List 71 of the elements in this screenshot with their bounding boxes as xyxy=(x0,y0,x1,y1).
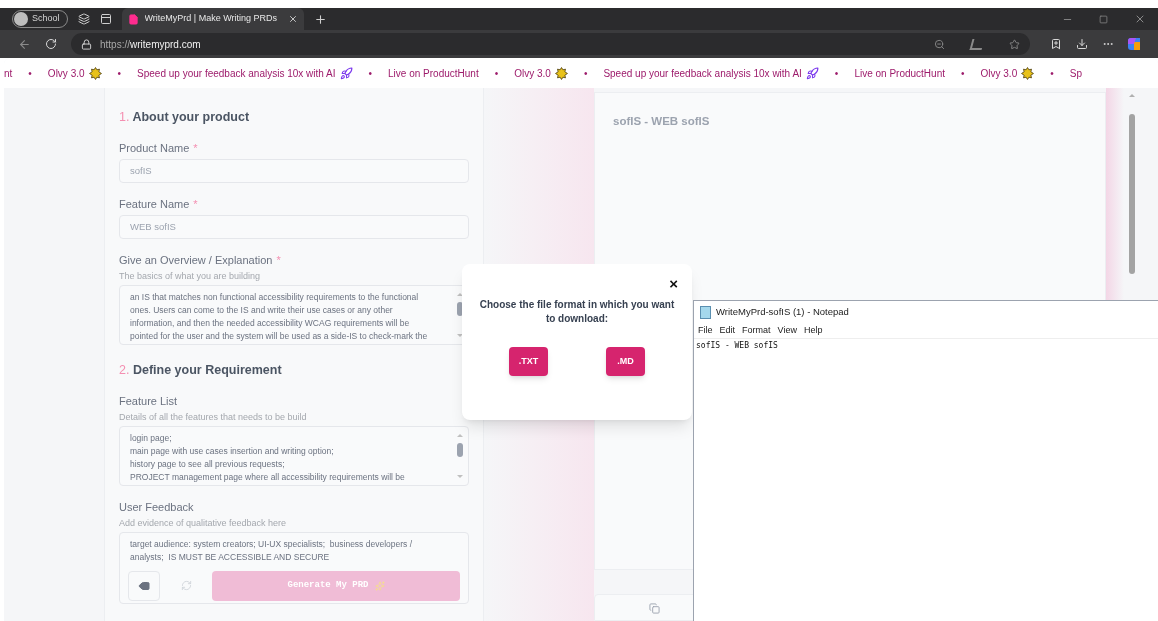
field-hint: The basics of what you are building xyxy=(119,270,262,282)
section-heading: 1. About your product xyxy=(119,109,251,126)
site-icon xyxy=(127,13,139,25)
refresh-icon xyxy=(180,580,192,591)
favorites-icon[interactable] xyxy=(1050,38,1062,50)
star-badge-icon xyxy=(88,66,102,80)
field-label: User Feedback xyxy=(119,500,194,514)
field-label: Product Name xyxy=(119,141,190,155)
maximize-icon[interactable] xyxy=(1099,14,1108,24)
separator-dot: • xyxy=(834,66,839,81)
ticker-text: Sp xyxy=(1069,66,1082,81)
separator-dot: • xyxy=(28,66,32,81)
window-title: WriteMyPrd-sofIS (1) - Notepad xyxy=(716,304,849,319)
sparkle-icon xyxy=(374,580,385,591)
tab-actions-icon[interactable] xyxy=(99,13,112,25)
field-label: Give an Overview / Explanation xyxy=(119,253,273,267)
favorite-icon[interactable] xyxy=(1009,38,1020,50)
text-area[interactable]: target audience: system creators; UI-UX specialists; business developers / analysts; IS MUST BE ACCESSIBLE AND SECURE xyxy=(120,532,468,569)
ticker-text: Olvy 3.0 xyxy=(47,66,85,81)
required-mark: * xyxy=(193,197,198,211)
address-bar[interactable]: https://writemyprd.com xyxy=(71,33,1030,55)
backspace-icon xyxy=(138,579,150,592)
required-mark: * xyxy=(276,253,281,267)
rocket-icon xyxy=(805,66,819,80)
menu-item[interactable]: View xyxy=(777,323,797,338)
ticker-text: Speed up your feedback analysis 10x with AI xyxy=(137,66,336,81)
text-editor[interactable]: sofIS - WEB sofIS xyxy=(694,339,1158,621)
avatar-icon xyxy=(14,12,28,26)
menu-item[interactable]: File xyxy=(698,323,713,338)
separator-dot: • xyxy=(368,66,373,81)
separator-dot: • xyxy=(961,66,965,81)
clear-button[interactable] xyxy=(128,570,160,601)
star-badge-icon xyxy=(554,66,568,80)
browser-tab[interactable]: WriteMyPrd | Make Writing PRDs xyxy=(121,8,304,30)
ticker-text: nt xyxy=(4,66,13,81)
separator-dot: • xyxy=(117,66,122,81)
assistant-logo-icon[interactable] xyxy=(1128,37,1140,51)
notepad-icon xyxy=(700,305,711,319)
star-badge-icon xyxy=(1021,66,1035,80)
ticker-text: Live on ProductHunt xyxy=(388,66,479,81)
ticker-text: Olvy 3.0 xyxy=(514,66,551,81)
field-hint: Details of all the features that needs to be build xyxy=(119,411,308,423)
new-tab-icon[interactable] xyxy=(313,12,327,26)
required-mark: * xyxy=(193,141,198,155)
menu-item[interactable]: Help xyxy=(803,323,823,338)
format-button[interactable]: .TXT xyxy=(509,347,548,376)
back-icon[interactable] xyxy=(18,37,31,51)
download-icon[interactable] xyxy=(1076,38,1088,50)
zoom-icon[interactable] xyxy=(934,38,945,50)
ticker-text: Speed up your feedback analysis 10x with AI xyxy=(603,66,802,81)
field-label: Feature List xyxy=(119,394,178,408)
ticker-text: Olvy 3.0 xyxy=(980,66,1018,81)
separator-dot: • xyxy=(494,66,499,81)
dialog-message: Choose the file format in which you want to download: xyxy=(478,298,676,326)
workspaces-icon[interactable] xyxy=(77,13,90,25)
reload-icon[interactable] xyxy=(45,38,57,50)
separator-dot: • xyxy=(583,66,588,81)
section-heading: 2. Define your Requirement xyxy=(119,361,283,379)
menu-item[interactable]: Format xyxy=(742,323,771,338)
close-icon[interactable] xyxy=(287,14,298,24)
ticker-text: Live on ProductHunt xyxy=(854,66,945,81)
preview-text: sofIS - WEB sofIS xyxy=(613,114,711,129)
close-window-icon[interactable] xyxy=(1134,13,1146,25)
field-label: Feature Name xyxy=(119,197,190,211)
rocket-icon xyxy=(339,66,353,80)
menu-item[interactable]: Edit xyxy=(719,323,736,338)
separator-dot: • xyxy=(1050,66,1054,81)
lock-icon xyxy=(81,38,92,50)
format-button[interactable]: .MD xyxy=(606,347,645,376)
field-hint: Add evidence of qualitative feedback here xyxy=(119,517,288,529)
close-button[interactable]: × xyxy=(667,276,680,291)
